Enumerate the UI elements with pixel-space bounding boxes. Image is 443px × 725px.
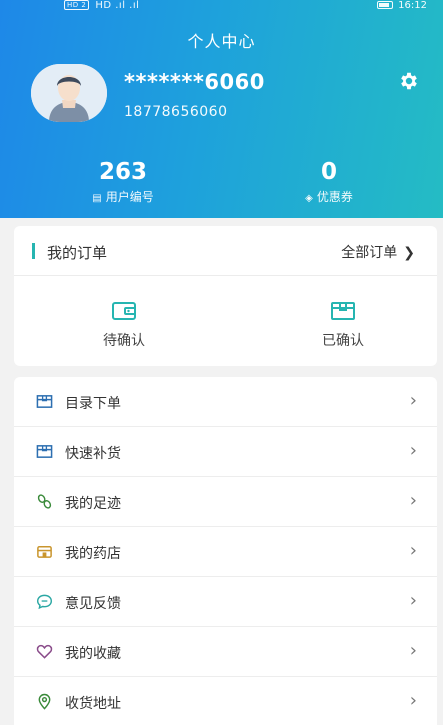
stat-coupons[interactable]: 0 ◈ 优惠券	[244, 158, 414, 205]
orders-title: 我的订单	[47, 244, 108, 262]
menu-item-address[interactable]: 收货地址 ›	[14, 677, 437, 725]
menu-item-feedback[interactable]: 意见反馈 ›	[14, 577, 437, 627]
user-name: *******6060	[124, 70, 265, 94]
all-orders-link[interactable]: 全部订单 ❯	[341, 242, 415, 262]
signal-indicator: HD 2 HD .ıl .ıl	[64, 0, 139, 11]
section-accent-bar	[32, 243, 35, 259]
chevron-right-icon: ›	[409, 590, 417, 611]
page-title: 个人中心	[187, 32, 256, 51]
feedback-icon	[36, 594, 53, 610]
menu-label: 目录下单	[65, 396, 121, 412]
battery-icon	[377, 1, 394, 9]
orders-header: 我的订单 全部订单 ❯	[14, 226, 437, 276]
chevron-right-icon: ›	[409, 390, 417, 411]
catalog-icon	[36, 395, 53, 408]
menu-item-catalog-order[interactable]: 目录下单 ›	[14, 377, 437, 427]
menu-label: 快速补货	[65, 446, 121, 462]
menu-item-footprint[interactable]: 我的足迹 ›	[14, 477, 437, 527]
order-confirmed-button[interactable]: 已确认	[278, 300, 408, 350]
order-pending-button[interactable]: 待确认	[59, 300, 189, 350]
stat-value: 0	[320, 159, 337, 185]
chevron-right-icon: ›	[409, 540, 417, 561]
user-avatar-icon	[31, 64, 107, 122]
menu-label: 我的收藏	[65, 646, 121, 662]
gear-icon[interactable]	[398, 70, 420, 92]
status-time-group: 16:12	[377, 0, 427, 11]
all-orders-label: 全部订单	[341, 245, 398, 261]
menu-item-favorites[interactable]: 我的收藏 ›	[14, 627, 437, 677]
package-icon	[331, 302, 355, 320]
chevron-right-icon: ❯	[403, 245, 415, 261]
menu-label: 我的足迹	[65, 496, 121, 512]
menu-label: 意见反馈	[65, 596, 121, 612]
status-time: 16:12	[398, 0, 427, 11]
id-card-icon: ▤	[92, 193, 102, 204]
store-icon	[37, 546, 52, 558]
stat-value: 263	[98, 159, 147, 185]
profile-header: HD 2 HD .ıl .ıl 16:12 个人中心 *******6060 18…	[0, 0, 443, 218]
footprint-icon	[37, 494, 52, 509]
menu-list: 目录下单 › 快速补货 › 我的足迹 › 我的药店 › 意见反馈 › 我的收藏 …	[14, 377, 437, 725]
chevron-right-icon: ›	[409, 490, 417, 511]
hd-badge: HD 2	[64, 0, 90, 10]
stat-user-id[interactable]: 263 ▤ 用户编号	[38, 158, 208, 205]
chevron-right-icon: ›	[409, 440, 417, 461]
menu-label: 我的药店	[65, 546, 121, 562]
heart-icon	[36, 644, 53, 659]
menu-label: 收货地址	[65, 696, 121, 712]
chevron-right-icon: ›	[409, 690, 417, 711]
stat-label: 优惠券	[316, 190, 353, 204]
stat-label: 用户编号	[105, 190, 154, 204]
menu-item-quick-restock[interactable]: 快速补货 ›	[14, 427, 437, 477]
coupon-icon: ◈	[305, 193, 313, 204]
order-confirmed-label: 已确认	[322, 333, 364, 349]
orders-card: 我的订单 全部订单 ❯ 待确认 已确认	[14, 226, 437, 366]
menu-item-pharmacy[interactable]: 我的药店 ›	[14, 527, 437, 577]
restock-icon	[36, 445, 53, 458]
chevron-right-icon: ›	[409, 640, 417, 661]
avatar[interactable]	[31, 64, 107, 122]
order-pending-label: 待确认	[103, 333, 145, 349]
location-icon	[38, 693, 51, 710]
status-bar: HD 2 HD .ıl .ıl 16:12	[0, 0, 443, 14]
wallet-icon	[112, 302, 136, 320]
user-phone: 18778656060	[124, 104, 228, 120]
